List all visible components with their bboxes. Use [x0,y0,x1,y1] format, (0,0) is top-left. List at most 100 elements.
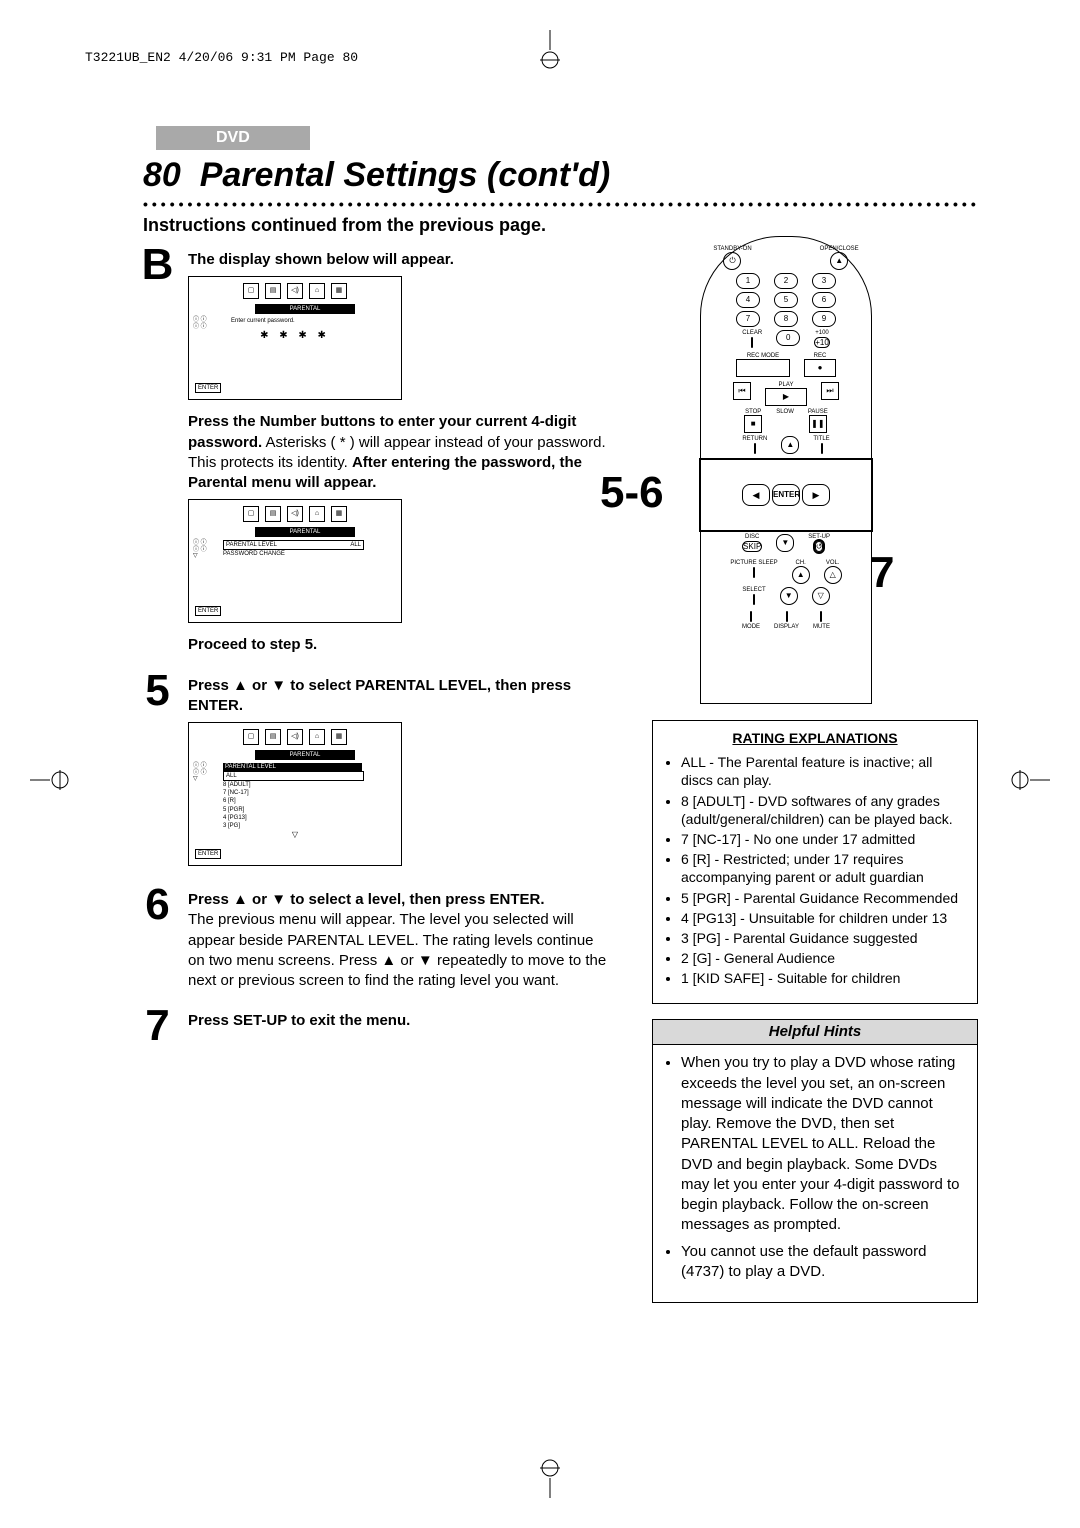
osd-tab-icon: ⌂ [309,506,325,522]
osd-tab-icon: ▢ [243,729,259,745]
num-btn: 3 [812,273,836,289]
rating-item: 2 [G] - General Audience [681,949,965,967]
step-B: B The display shown below will appear. ▢… [140,250,610,656]
step-number: 6 [135,880,180,930]
label-return: RETURN [742,436,767,442]
dpad: ◀ ENTER ▶ [701,460,871,530]
skip-back-icon: ⏮ [733,382,751,400]
osd-tab-icon: ▤ [265,729,281,745]
label-display: DISPLAY [774,624,799,630]
osd-title: PARENTAL [255,527,356,537]
osd-item: 7 [NC-17] [223,789,395,797]
osd-side-icons: ⓘ ⓘⓘ ⓘ▽ [193,763,207,783]
osd-tab-icon: ◁) [287,283,303,299]
hints-heading: Helpful Hints [652,1019,978,1045]
step-5: 5 Press ▲ or ▼ to select PARENTAL LEVEL,… [140,676,610,867]
step-text: Press ▲ or ▼ to select a level, then pre… [188,891,545,908]
osd-side-icons: ⓘ ⓘⓘ ⓘ▽ [193,540,207,560]
clear-btn [751,337,753,348]
title-divider: ••••••••••••••••••••••••••••••••••••••••… [143,196,980,214]
plus10-btn: +10 [814,337,830,348]
num-btn: 7 [736,311,760,327]
label-title: TITLE [813,436,829,442]
osd-enter: ENTER [195,606,221,616]
osd-password-mask: ✱ ✱ ✱ ✱ [195,329,395,343]
page-number: 80 [143,156,181,194]
title-btn [821,443,823,454]
osd-item: PARENTAL LEVEL [226,541,277,549]
rec-btn: ● [804,359,836,377]
num-btn: 8 [774,311,798,327]
rating-item: 8 [ADULT] - DVD softwares of any grades … [681,792,965,828]
label-mute: MUTE [813,624,830,630]
eject-icon: ▲ [830,252,848,270]
callout-5-6: 5-6 [600,468,664,518]
ratings-heading: RATING EXPLANATIONS [665,729,965,747]
osd-scroll-indicator: ▽ [195,830,395,841]
down-btn: ▼ [776,534,794,552]
ch-up-icon: ▲ [792,566,810,584]
hint-item: When you try to play a DVD whose rating … [681,1053,965,1235]
num-btn: 6 [812,292,836,308]
num-btn: 4 [736,292,760,308]
crop-mark-right [1010,760,1050,800]
power-icon: ⏻ [723,252,741,270]
osd-tab-icon: ⌂ [309,729,325,745]
osd-item-value: ALL [350,541,361,549]
osd-item: 3 [PG] [223,822,395,830]
osd-screen-password: ▢ ▤ ◁) ⌂ ▦ PARENTAL ⓘ ⓘⓘ ⓘ Enter current… [188,276,402,400]
rating-item: 6 [R] - Restricted; under 17 requires ac… [681,850,965,886]
osd-header: PARENTAL LEVEL [223,763,362,771]
label-disc: DISC [742,534,762,540]
rating-item: 1 [KID SAFE] - Suitable for children [681,969,965,987]
osd-item: 4 [PG13] [223,814,395,822]
mute-btn [820,611,822,622]
crop-mark-top [530,30,570,70]
stop-btn: ■ [744,415,762,433]
osd-side-icons: ⓘ ⓘⓘ ⓘ [193,317,207,330]
rating-item: ALL - The Parental feature is inactive; … [681,753,965,789]
display-btn [786,611,788,622]
osd-item: 6 [R] [223,797,395,805]
step-text: The display shown below will appear. [188,251,454,268]
step-number: 5 [135,666,180,716]
label-select: SELECT [742,587,765,593]
osd-item: 5 [PGR] [223,806,395,814]
label-setup: SET-UP [808,534,830,540]
rating-item: 5 [PGR] - Parental Guidance Recommended [681,889,965,907]
osd-screen-level-list: ▢ ▤ ◁) ⌂ ▦ PARENTAL ⓘ ⓘⓘ ⓘ▽ PARENTAL LEV… [188,722,402,866]
osd-tab-icon: ▦ [331,729,347,745]
osd-item: PASSWORD CHANGE [223,550,395,558]
step-text: Press ▲ or ▼ to select PARENTAL LEVEL, t… [188,677,571,714]
label-slow: SLOW [776,409,794,415]
print-header: T3221UB_EN2 4/20/06 9:31 PM Page 80 [85,50,358,65]
osd-tab-icon: ◁) [287,729,303,745]
osd-tab-icon: ◁) [287,506,303,522]
section-chip: DVD [156,126,310,150]
osd-tab-icon: ▤ [265,283,281,299]
num-btn: 1 [736,273,760,289]
step-text: Press SET-UP to exit the menu. [188,1012,410,1029]
remote-illustration: STANDBY-ON ⏻ OPEN/CLOSE ▲ 123 456 789 CL… [700,236,872,704]
step-text: Proceed to step 5. [188,636,317,653]
step-7: 7 Press SET-UP to exit the menu. [140,1011,610,1031]
pause-btn: ❚❚ [809,415,827,433]
recmode-btn [736,359,790,377]
osd-screen-parental-menu: ▢ ▤ ◁) ⌂ ▦ PARENTAL ⓘ ⓘⓘ ⓘ▽ PARENTAL LEV… [188,499,402,623]
vol-up-icon: △ [824,566,842,584]
instruction-column: B The display shown below will appear. ▢… [140,250,610,1046]
osd-title: PARENTAL [255,304,356,314]
crop-mark-left [30,760,70,800]
mode-btn [750,611,752,622]
osd-tab-icon: ▦ [331,506,347,522]
step-number: 7 [135,1001,180,1051]
ratings-box: RATING EXPLANATIONS ALL - The Parental f… [652,720,978,1004]
osd-tab-icon: ▢ [243,506,259,522]
ch-down-icon: ▼ [780,587,798,605]
rating-item: 3 [PG] - Parental Guidance suggested [681,929,965,947]
num-btn: 9 [812,311,836,327]
return-btn [754,443,756,454]
callout-7: 7 [870,548,894,598]
right-btn: ▶ [802,484,830,506]
select-btn [753,594,755,605]
